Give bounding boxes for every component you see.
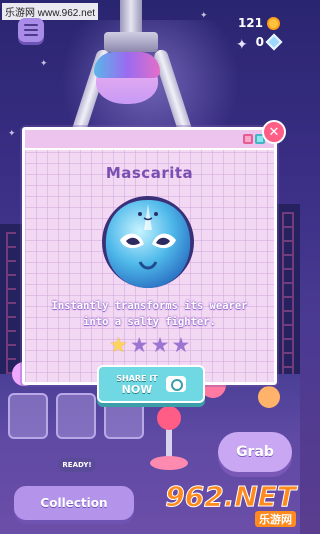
luchador-mask-icon (102, 196, 194, 288)
menu-icon (24, 24, 38, 26)
logo-subtext: 乐游网 (255, 511, 296, 527)
star-icon: ★ (171, 333, 191, 357)
camera-icon (165, 376, 186, 392)
star-icon: ★ (129, 333, 149, 357)
site-logo: 962.NET 乐游网 (156, 482, 296, 528)
cat-hair (94, 52, 160, 78)
capsule-slot[interactable] (8, 393, 48, 439)
sparkle-icon: ✦ (200, 11, 208, 21)
gem-counter: 0 (255, 33, 283, 51)
menu-button[interactable] (18, 18, 44, 42)
joystick-knob[interactable] (157, 406, 181, 430)
item-title: Mascarita (105, 164, 194, 182)
close-icon: ✕ (268, 124, 280, 140)
capsule-slot-ready[interactable] (56, 393, 96, 439)
claw-rod (120, 0, 142, 36)
window-button-pink (243, 134, 253, 144)
close-button[interactable]: ✕ (262, 120, 286, 144)
share-label-line2: NOW (121, 383, 153, 396)
joystick-base (150, 456, 188, 470)
item-description: Instantly transforms its wearer into a s… (51, 300, 248, 328)
coin-counter: 121 (238, 16, 280, 30)
sparkle-icon: ✦ (40, 59, 48, 69)
share-button[interactable]: SHARE IT NOW (97, 365, 205, 403)
coin-icon (267, 16, 280, 30)
gem-count: 0 (255, 35, 264, 49)
city-building (276, 204, 300, 394)
watermark: 乐游网 www.962.net (2, 3, 99, 20)
rating-stars: ★ ★ ★ ★ (109, 335, 190, 356)
modal-titlebar (25, 130, 274, 150)
item-detail-modal: ✕ Mascarita Instantly transforms its wea… (22, 120, 286, 385)
sparkle-icon: ✦ (236, 37, 248, 53)
ready-badge: READY! (58, 458, 96, 472)
logo-text: 962.NET (165, 480, 297, 513)
collection-button[interactable]: Collection (14, 486, 134, 520)
prize-ball (258, 386, 280, 408)
star-icon: ★ (150, 333, 170, 357)
grab-button[interactable]: Grab (218, 432, 292, 472)
sparkle-icon: ✦ (8, 129, 16, 139)
gem-icon (265, 33, 283, 51)
claw-head (104, 32, 158, 52)
coin-count: 121 (237, 16, 263, 30)
star-icon: ★ (109, 333, 128, 357)
